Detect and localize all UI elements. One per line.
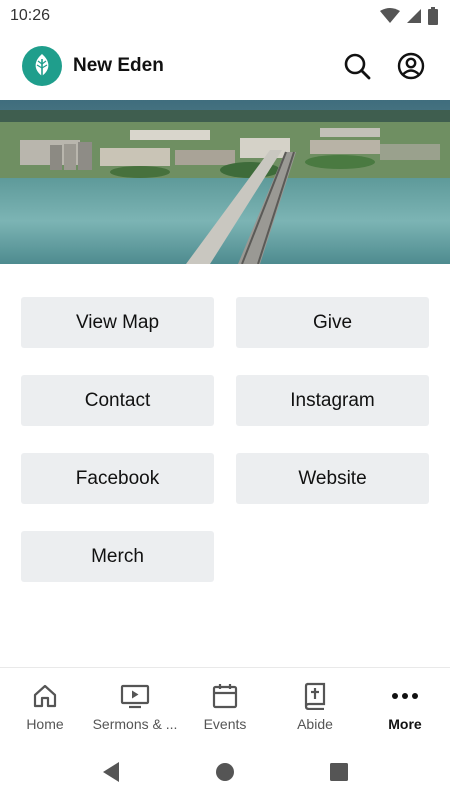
- app-title: New Eden: [73, 55, 164, 76]
- app-bar: New Eden: [0, 32, 450, 100]
- nav-label-sermons: Sermons & ...: [92, 716, 178, 732]
- bible-icon: [303, 682, 327, 710]
- website-button[interactable]: Website: [236, 453, 429, 504]
- nav-item-more[interactable]: More: [360, 668, 450, 743]
- video-icon: [120, 682, 150, 710]
- recents-square-icon: [330, 762, 348, 781]
- signal-icon: [407, 9, 421, 23]
- facebook-button[interactable]: Facebook: [21, 453, 214, 504]
- search-button[interactable]: [340, 49, 374, 83]
- link-button-grid: View Map Give Contact Instagram Facebook…: [21, 297, 429, 582]
- nav-item-sermons[interactable]: Sermons & ...: [90, 668, 180, 743]
- account-icon: [397, 52, 425, 80]
- leaf-logo-icon: [22, 46, 62, 86]
- recents-button[interactable]: [319, 752, 359, 792]
- nav-label-abide: Abide: [297, 716, 333, 732]
- view-map-button[interactable]: View Map: [21, 297, 214, 348]
- nav-label-home: Home: [26, 716, 64, 732]
- home-icon: [32, 682, 58, 710]
- status-bar: 10:26: [0, 0, 450, 32]
- more-icon: [391, 682, 419, 710]
- home-system-button[interactable]: [205, 752, 245, 792]
- back-triangle-icon: [103, 761, 119, 782]
- wifi-icon: [380, 8, 400, 23]
- status-time: 10:26: [10, 7, 51, 24]
- contact-button[interactable]: Contact: [21, 375, 214, 426]
- instagram-button[interactable]: Instagram: [236, 375, 429, 426]
- profile-button[interactable]: [394, 49, 428, 83]
- nav-item-home[interactable]: Home: [0, 668, 90, 743]
- merch-button[interactable]: Merch: [21, 531, 214, 582]
- battery-icon: [428, 7, 438, 25]
- hero-image: [0, 100, 450, 264]
- nav-label-events: Events: [203, 716, 247, 732]
- give-button[interactable]: Give: [236, 297, 429, 348]
- nav-label-more: More: [388, 716, 422, 732]
- nav-item-events[interactable]: Events: [180, 668, 270, 743]
- calendar-icon: [212, 682, 238, 710]
- bottom-nav: Home Sermons & ... Events Abide More: [0, 667, 450, 743]
- search-icon: [344, 53, 371, 80]
- home-circle-icon: [216, 762, 234, 781]
- status-icons: [380, 7, 438, 25]
- nav-item-abide[interactable]: Abide: [270, 668, 360, 743]
- back-button[interactable]: [91, 752, 131, 792]
- system-nav-bar: [0, 743, 450, 800]
